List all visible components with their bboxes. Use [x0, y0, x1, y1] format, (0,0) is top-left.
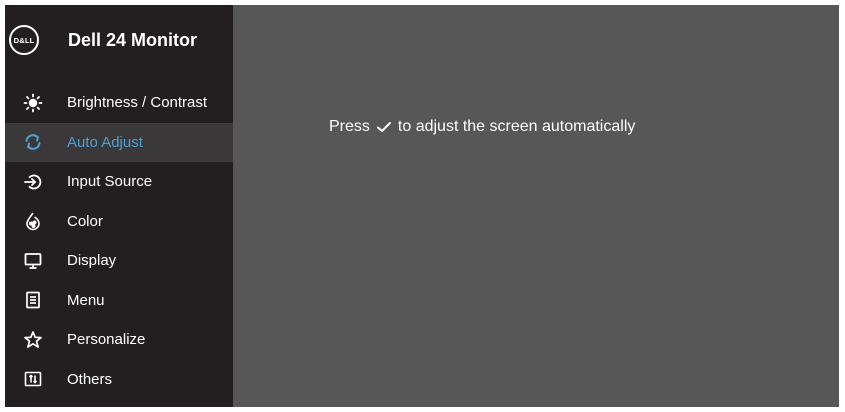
menu-item-menu[interactable]: Menu [5, 281, 233, 321]
message-prefix: Press [329, 118, 370, 135]
message-suffix: to adjust the screen automatically [397, 118, 636, 135]
display-icon [5, 251, 61, 271]
menu-item-color[interactable]: Color [5, 202, 233, 242]
menu-item-label: Color [67, 212, 103, 230]
monitor-title: Dell 24 Monitor [68, 29, 198, 50]
osd-header: D&LL Dell 24 Monitor [5, 5, 233, 75]
menu-item-auto-adjust[interactable]: Auto Adjust [5, 122, 233, 162]
menu-item-label: Brightness / Contrast [67, 94, 208, 112]
brightness-icon [5, 93, 61, 113]
auto-adjust-message: Press to adjust the screen automatically [329, 118, 635, 136]
menu-item-personalize[interactable]: Personalize [5, 320, 233, 360]
menu-item-label: Auto Adjust [67, 133, 143, 151]
menu-item-brightness-contrast[interactable]: Brightness / Contrast [5, 83, 233, 123]
monitor-osd: D&LL Dell 24 Monitor Brightness / Contra… [5, 5, 839, 407]
menu-item-label: Menu [67, 291, 105, 309]
dell-logo-text: D&LL [13, 35, 35, 45]
content-panel: Press to adjust the screen automatically [233, 5, 839, 407]
menu-item-label: Input Source [67, 173, 153, 191]
others-icon [5, 369, 61, 389]
osd-menu: Brightness / Contrast Auto Adjust Input … [5, 83, 233, 399]
menu-item-input-source[interactable]: Input Source [5, 162, 233, 202]
menu-item-display[interactable]: Display [5, 241, 233, 281]
menu-icon [5, 290, 61, 310]
sidebar: D&LL Dell 24 Monitor Brightness / Contra… [5, 5, 233, 407]
menu-item-label: Display [67, 252, 117, 270]
input-source-icon [5, 172, 61, 192]
checkmark-icon [376, 120, 392, 134]
menu-item-label: Others [67, 370, 113, 388]
personalize-icon [5, 330, 61, 350]
menu-item-label: Personalize [67, 331, 146, 349]
dell-logo: D&LL [9, 25, 39, 55]
auto-adjust-icon [5, 132, 61, 152]
color-icon [5, 211, 61, 231]
menu-item-others[interactable]: Others [5, 360, 233, 400]
